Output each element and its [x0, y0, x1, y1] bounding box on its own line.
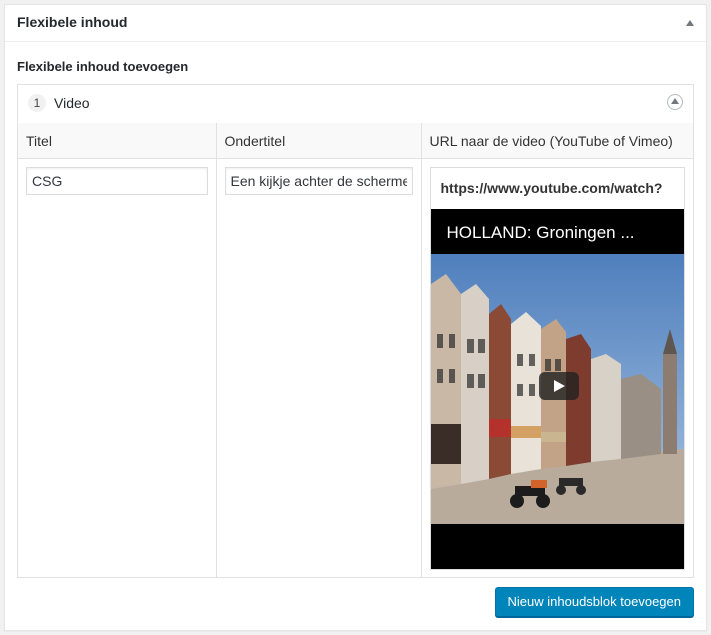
- flexible-content-metabox: Flexibele inhoud Flexibele inhoud toevoe…: [4, 4, 707, 631]
- layout-handle[interactable]: 1 Video: [18, 85, 693, 124]
- oembed-field[interactable]: https://www.youtube.com/watch? HOLLAND: …: [429, 167, 685, 570]
- collapse-arrow-icon[interactable]: [686, 20, 694, 26]
- metabox-title: Flexibele inhoud: [17, 14, 128, 30]
- title-input[interactable]: [26, 167, 208, 195]
- layout-block-video: 1 Video Titel Ondertitel URL naar de vid…: [17, 84, 694, 578]
- layout-fields-table: Titel Ondertitel URL naar de video (YouT…: [18, 123, 693, 578]
- collapse-layout-icon[interactable]: [667, 94, 683, 110]
- video-preview[interactable]: HOLLAND: Groningen ...: [430, 209, 684, 569]
- subtitle-cell: [216, 158, 422, 578]
- url-cell: https://www.youtube.com/watch? HOLLAND: …: [421, 159, 693, 579]
- title-cell: [18, 158, 217, 578]
- layout-order-badge: 1: [28, 94, 46, 112]
- column-header-subtitle: Ondertitel: [216, 123, 422, 159]
- column-header-url: URL naar de video (YouTube of Vimeo): [421, 123, 693, 159]
- add-content-block-button[interactable]: Nieuw inhoudsblok toevoegen: [494, 587, 694, 617]
- video-url-value[interactable]: https://www.youtube.com/watch?: [431, 168, 684, 208]
- play-icon[interactable]: [538, 372, 579, 400]
- subtitle-input[interactable]: [224, 167, 413, 195]
- video-title[interactable]: HOLLAND: Groningen ...: [447, 223, 635, 243]
- layout-name: Video: [54, 95, 90, 111]
- column-header-title: Titel: [18, 123, 217, 159]
- metabox-header[interactable]: Flexibele inhoud: [5, 5, 706, 42]
- field-label: Flexibele inhoud toevoegen: [17, 59, 189, 74]
